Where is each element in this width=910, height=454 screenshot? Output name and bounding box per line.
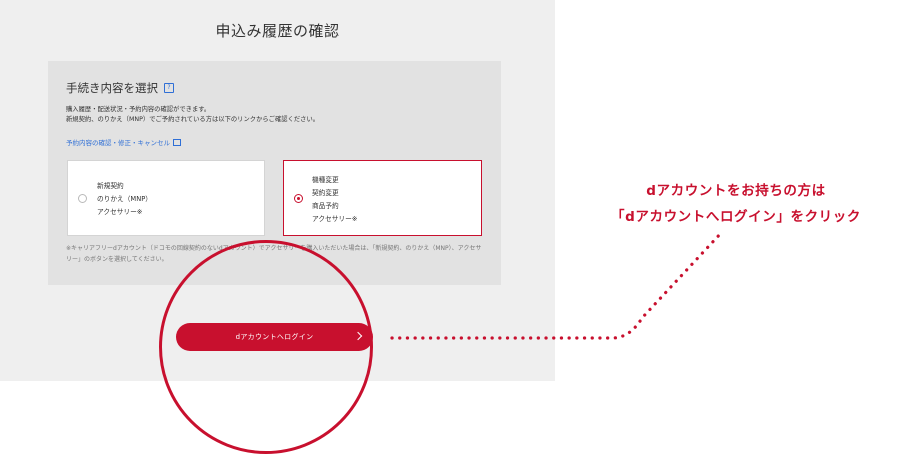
callout-line: 「dアカウントへログイン」をクリック xyxy=(611,209,861,225)
callout-line: dアカウントをお持ちの方は xyxy=(646,183,826,199)
callout-text: dアカウントをお持ちの方は 「dアカウントへログイン」をクリック xyxy=(586,178,886,230)
